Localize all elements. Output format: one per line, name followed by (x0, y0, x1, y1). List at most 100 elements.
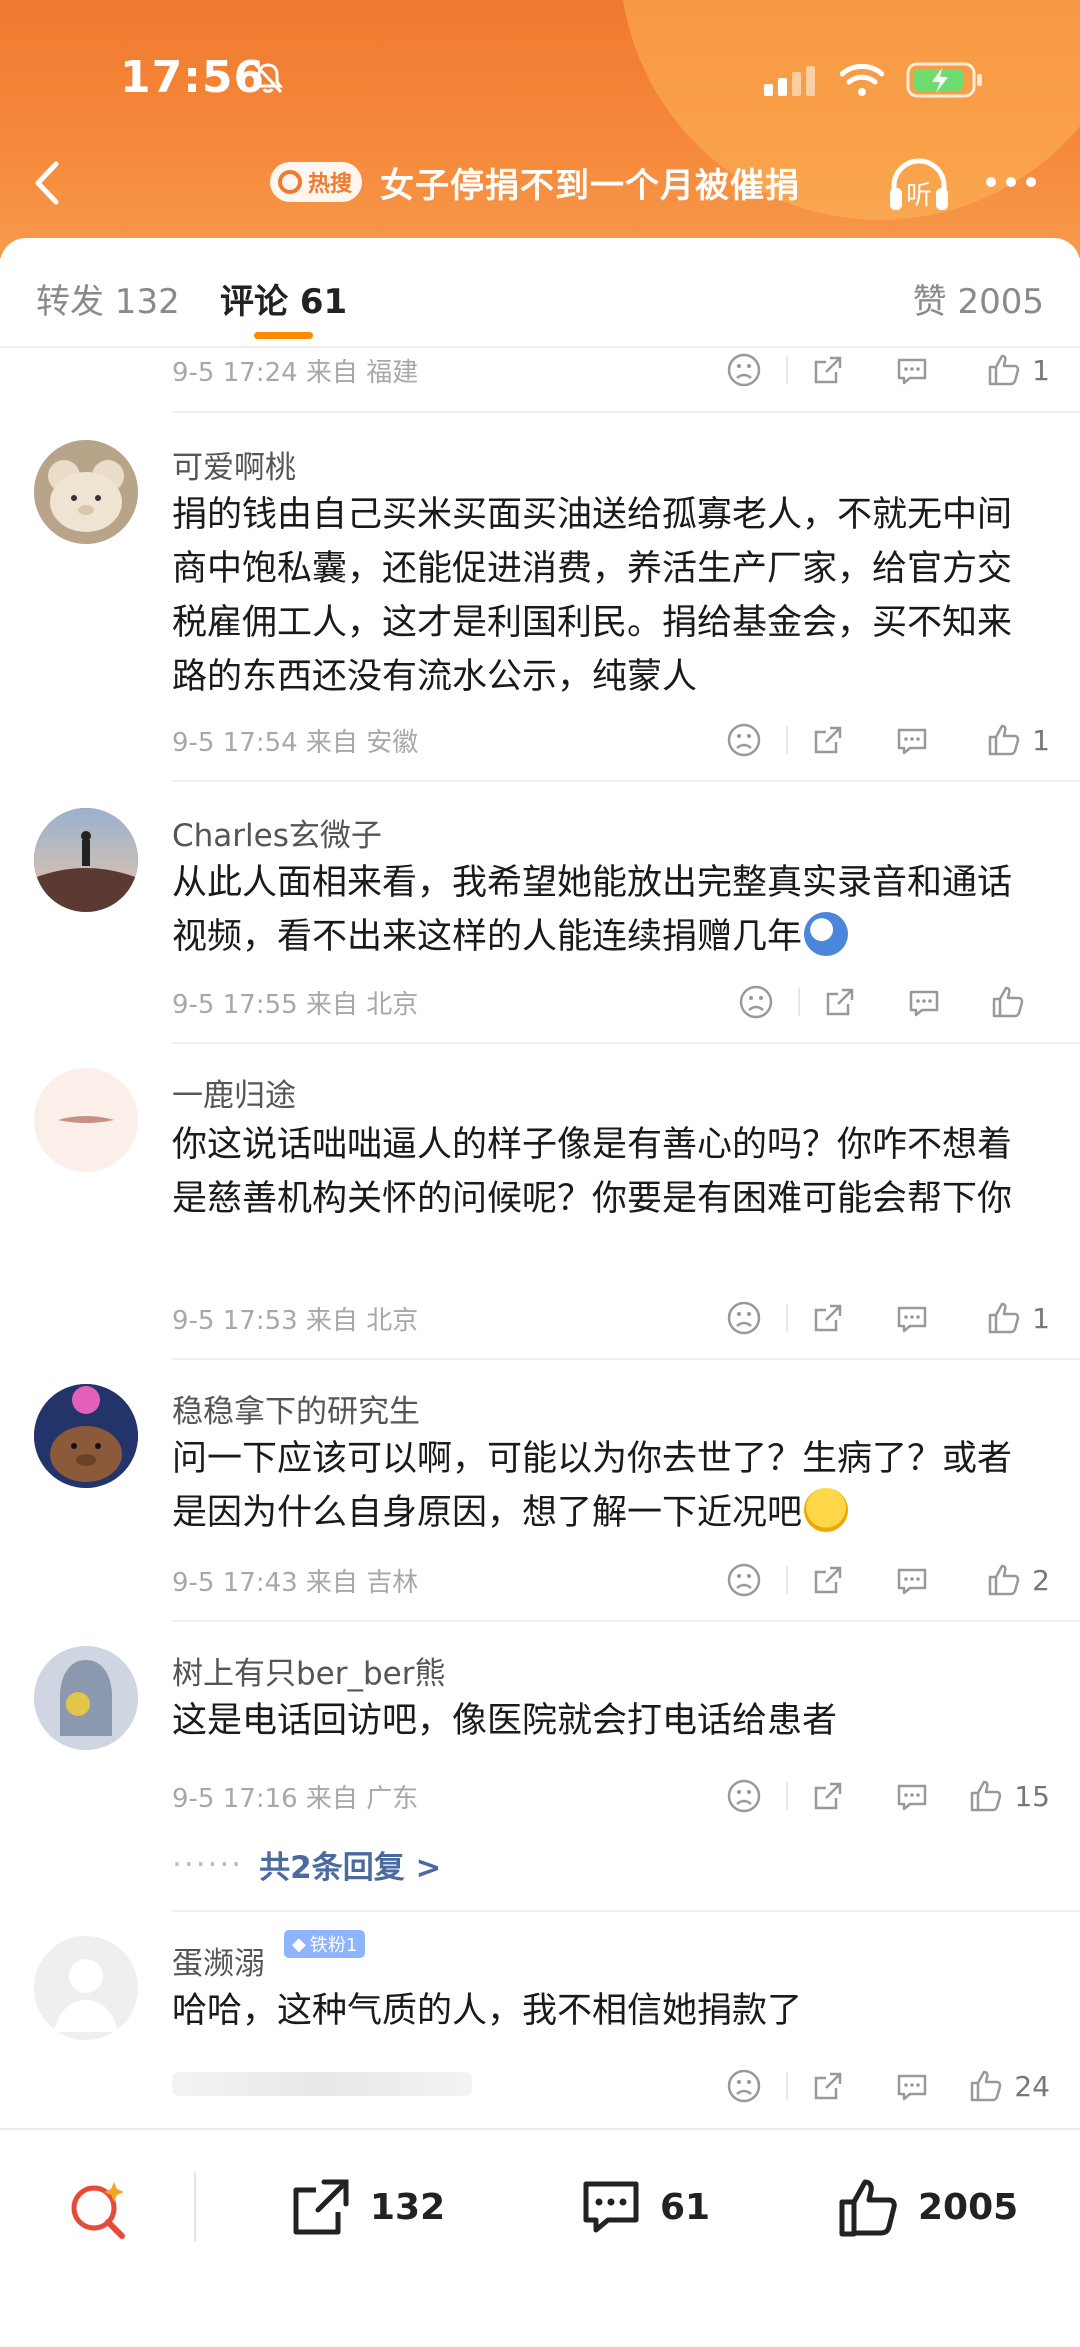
like-count: 2005 (918, 2186, 1019, 2228)
svg-text:听: 听 (906, 181, 932, 211)
reply-button[interactable] (870, 1774, 954, 1818)
comment-icon (897, 358, 927, 385)
like-count: 15 (1014, 1779, 1050, 1813)
dislike-button[interactable] (702, 1296, 786, 1340)
share-button[interactable] (786, 1296, 870, 1340)
tab-comments[interactable]: 评论 61 (220, 274, 347, 339)
thumbs-up-icon (992, 986, 1024, 1018)
dislike-button[interactable] (702, 1558, 786, 1602)
page-title: 女子停捐不到一个月被催捐 (380, 166, 800, 206)
lips-avatar-icon (34, 1068, 138, 1172)
share-icon (814, 356, 842, 384)
thumbs-up-icon (839, 2179, 897, 2237)
divider (172, 411, 1080, 413)
comment-icon (897, 1306, 927, 1333)
hot-search-icon (278, 170, 302, 194)
headphones-icon[interactable]: 听 (884, 152, 954, 216)
status-time: 17:56 (120, 52, 266, 103)
avatar[interactable] (34, 1936, 138, 2040)
diamond-icon: ◆ (292, 1933, 306, 1955)
hot-search-tag[interactable]: 热搜 (270, 162, 363, 202)
share-icon (814, 1782, 842, 1810)
dislike-button[interactable] (702, 2064, 786, 2108)
share-button[interactable] (786, 1558, 870, 1602)
frown-icon (727, 1779, 761, 1813)
comment-username[interactable]: Charles玄微子 (172, 810, 382, 855)
comment-text: 你这说话咄咄逼人的样子像是有善心的吗？你咋不想着是慈善机构关怀的问候呢？你要是有… (172, 1125, 1013, 1219)
like-button[interactable] (966, 980, 1050, 1024)
tab-repost[interactable]: 转发 132 (36, 274, 180, 323)
default-avatar-icon (34, 1936, 138, 2040)
reply-button[interactable] (870, 2064, 954, 2108)
hot-search-label: 热搜 (308, 172, 353, 197)
avatar[interactable] (34, 808, 138, 912)
bear-avatar-icon (34, 440, 138, 544)
reply-button[interactable] (870, 718, 954, 762)
share-icon (814, 1566, 842, 1594)
comment-actions (714, 980, 1050, 1024)
comment-button[interactable]: 61 (578, 2172, 710, 2242)
comment-username[interactable]: 可爱啊桃 (172, 442, 296, 487)
view-replies-link[interactable]: ······ 共2条回复 > (172, 1842, 441, 1887)
back-icon[interactable] (28, 158, 68, 208)
like-button[interactable]: 1 (954, 718, 1050, 762)
repost-count: 132 (370, 2186, 446, 2228)
comment-text-content: 从此人面相来看，我希望她能放出完整真实录音和通话视频，看不出来这样的人能连续捐赠… (172, 863, 1013, 957)
comment-username[interactable]: 稳稳拿下的研究生 (172, 1386, 420, 1431)
thumbs-up-icon (988, 354, 1020, 386)
comment-text: 这是电话回访吧，像医院就会打电话给患者 (172, 1701, 838, 1741)
comment-icon (897, 728, 927, 755)
comment-meta: 9-5 17:24 来自 福建 (172, 358, 419, 388)
avatar[interactable] (34, 440, 138, 544)
share-icon (814, 726, 842, 754)
like-count: 1 (1032, 353, 1050, 387)
thumbs-up-icon (988, 1564, 1020, 1596)
comment-username[interactable]: 树上有只ber_ber熊 (172, 1648, 446, 1693)
comment-meta: 9-5 17:54 来自 安徽 (172, 728, 419, 758)
search-sparkle-icon[interactable] (64, 2178, 134, 2242)
tab-likes[interactable]: 赞 2005 (913, 274, 1044, 323)
share-icon (814, 1304, 842, 1332)
comment-actions: 2 (702, 1558, 1050, 1602)
comment-meta: 9-5 17:43 来自 吉林 (172, 1568, 419, 1598)
like-button[interactable]: 1 (954, 348, 1050, 392)
avatar[interactable] (34, 1646, 138, 1750)
share-button[interactable] (798, 980, 882, 1024)
reply-button[interactable] (882, 980, 966, 1024)
like-button[interactable]: 24 (954, 2064, 1050, 2108)
like-button[interactable]: 2 (954, 1558, 1050, 1602)
dislike-button[interactable] (714, 980, 798, 1024)
frown-icon (739, 985, 773, 1019)
avatar[interactable] (34, 1384, 138, 1488)
blurred-meta (172, 2072, 472, 2096)
frown-icon (727, 353, 761, 387)
comment-text: 捐的钱由自己买米买面买油送给孤寡老人，不就无中间商中饱私囊，还能促进消费，养活生… (172, 495, 1013, 697)
frown-icon (727, 1301, 761, 1335)
comment-username[interactable]: 蛋濒溺 (172, 1938, 265, 1983)
comment-actions: 1 (702, 348, 1050, 392)
avatar[interactable] (34, 1068, 138, 1172)
dislike-button[interactable] (702, 718, 786, 762)
share-button[interactable] (786, 2064, 870, 2108)
reply-button[interactable] (870, 1296, 954, 1340)
mute-bell-icon (253, 62, 283, 94)
share-button[interactable] (786, 1774, 870, 1818)
dislike-button[interactable] (702, 1774, 786, 1818)
like-button[interactable]: 15 (954, 1774, 1050, 1818)
thumbs-up-icon (988, 1302, 1020, 1334)
header: 17:56 热搜 女子停捐不到一个月被催捐 听 (0, 0, 1080, 258)
like-count: 1 (1032, 1301, 1050, 1335)
like-button[interactable]: 1 (954, 1296, 1050, 1340)
reply-button[interactable] (870, 348, 954, 392)
frown-icon (727, 1563, 761, 1597)
more-options-icon[interactable] (986, 170, 1046, 194)
share-button[interactable] (786, 348, 870, 392)
repost-button[interactable]: 132 (288, 2172, 445, 2242)
share-button[interactable] (786, 718, 870, 762)
like-button-main[interactable]: 2005 (836, 2172, 1018, 2242)
comment-username[interactable]: 一鹿归途 (172, 1070, 296, 1115)
reply-button[interactable] (870, 1558, 954, 1602)
comment-actions: 15 (702, 1774, 1050, 1818)
share-icon (826, 988, 854, 1016)
dislike-button[interactable] (702, 348, 786, 392)
